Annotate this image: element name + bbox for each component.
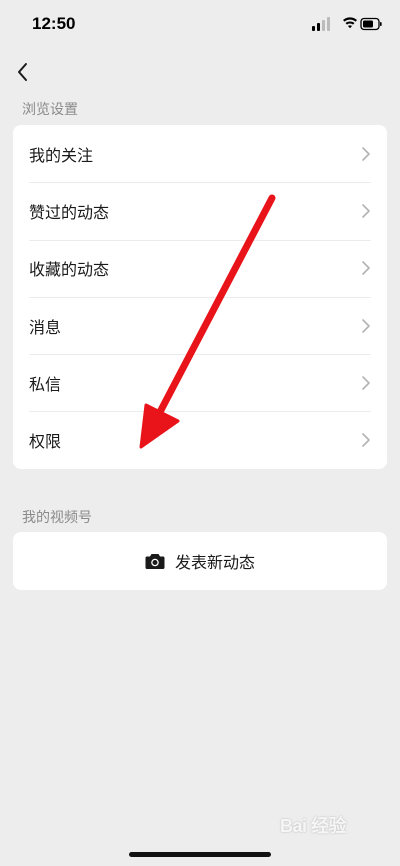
chevron-left-icon: [18, 63, 27, 81]
watermark-text: Bai 经验: [280, 816, 347, 836]
list-item-private-messages[interactable]: 私信: [13, 354, 387, 411]
camera-icon: [145, 553, 165, 569]
list-item-label: 权限: [29, 432, 62, 452]
list-item-liked-posts[interactable]: 赞过的动态: [13, 182, 387, 239]
section-title-browse-settings: 浏览设置: [22, 102, 78, 118]
chevron-right-icon: [362, 261, 370, 276]
signal-icon: [312, 17, 330, 31]
home-indicator: [129, 852, 271, 857]
wifi-icon: [343, 17, 357, 29]
section-title-my-channel: 我的视频号: [22, 510, 92, 526]
list-item-label: 消息: [29, 317, 62, 337]
chevron-right-icon: [362, 318, 370, 333]
baidu-watermark: Bai 经验: [280, 808, 372, 838]
status-bar: 12:50: [0, 0, 400, 50]
chevron-right-icon: [362, 146, 370, 161]
list-item-permissions[interactable]: 权限: [13, 411, 387, 468]
post-new-update-button[interactable]: 发表新动态: [13, 532, 387, 590]
list-item-label: 我的关注: [29, 145, 94, 165]
status-icons: [312, 17, 382, 31]
list-item-favorited-posts[interactable]: 收藏的动态: [13, 239, 387, 297]
chevron-right-icon: [362, 204, 370, 218]
chevron-right-icon: [362, 433, 370, 447]
list-item-following[interactable]: 我的关注: [13, 125, 387, 182]
battery-icon: [360, 17, 382, 31]
list-item-label: 私信: [29, 374, 62, 394]
status-time: 12:50: [32, 14, 76, 33]
list-item-label: 赞过的动态: [29, 202, 110, 222]
back-button[interactable]: [10, 58, 38, 86]
browse-settings-list: 我的关注 赞过的动态 收藏的动态 消息 私信 权限: [13, 125, 387, 469]
list-item-messages[interactable]: 消息: [13, 296, 387, 354]
list-item-label: 收藏的动态: [29, 260, 110, 280]
post-new-update-label: 发表新动态: [174, 553, 255, 572]
chevron-right-icon: [362, 376, 370, 390]
